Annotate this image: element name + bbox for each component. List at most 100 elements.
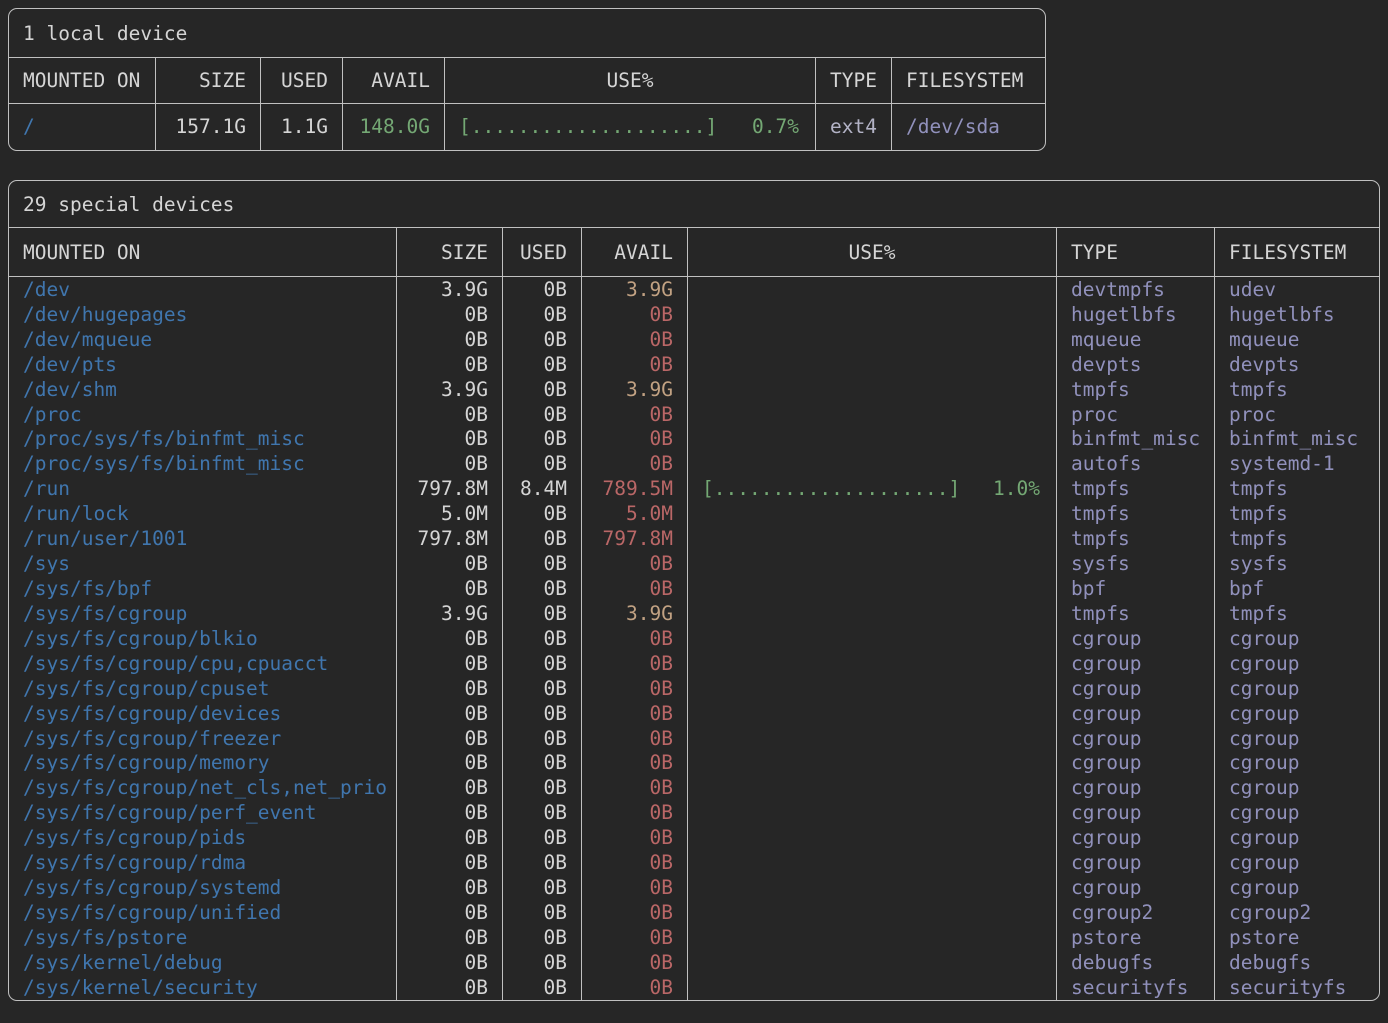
use-percent-cell: [....................] 1.0% [688, 476, 1057, 501]
table-row: /sys/fs/pstore 0B 0B 0B pstore pstore [9, 925, 1379, 950]
table-row: /run/user/1001 797.8M 0B 797.8M tmpfs tm… [9, 526, 1379, 551]
size-cell: 0B [397, 302, 503, 327]
filesystem-cell: cgroup [1215, 626, 1379, 651]
avail-cell: 0B [582, 825, 688, 850]
header-avail: AVAIL [582, 228, 688, 276]
used-cell: 0B [503, 601, 582, 626]
type-cell: cgroup [1057, 875, 1215, 900]
size-cell: 0B [397, 850, 503, 875]
usage-percent: 0.7% [752, 115, 799, 138]
use-percent-cell [688, 501, 1057, 526]
local-devices-table: 1 local device MOUNTED ON SIZE USED AVAI… [8, 8, 1046, 151]
filesystem-cell: pstore [1215, 925, 1379, 950]
table-row: /proc 0B 0B 0B proc proc [9, 402, 1379, 427]
use-percent-cell [688, 800, 1057, 825]
type-cell: bpf [1057, 576, 1215, 601]
header-mounted-on: MOUNTED ON [9, 58, 156, 103]
size-cell: 797.8M [397, 476, 503, 501]
avail-cell: 0B [582, 900, 688, 925]
filesystem-cell: sysfs [1215, 551, 1379, 576]
table-row: /dev/mqueue 0B 0B 0B mqueue mqueue [9, 327, 1379, 352]
used-cell: 0B [503, 302, 582, 327]
filesystem-cell: devpts [1215, 352, 1379, 377]
avail-cell: 3.9G [582, 377, 688, 402]
used-cell: 0B [503, 626, 582, 651]
table-row: /proc/sys/fs/binfmt_misc 0B 0B 0B binfmt… [9, 427, 1379, 452]
type-cell: binfmt_misc [1057, 427, 1215, 452]
mount-point-cell: /sys/fs/cgroup/perf_event [9, 800, 397, 825]
used-cell: 0B [503, 751, 582, 776]
size-cell: 0B [397, 950, 503, 975]
type-cell: cgroup [1057, 676, 1215, 701]
avail-cell: 0B [582, 800, 688, 825]
header-avail: AVAIL [343, 58, 445, 103]
size-cell: 0B [397, 451, 503, 476]
avail-cell: 0B [582, 975, 688, 1000]
header-used: USED [503, 228, 582, 276]
mount-point-cell: /sys/kernel/debug [9, 950, 397, 975]
use-percent-cell [688, 701, 1057, 726]
size-cell: 0B [397, 775, 503, 800]
use-percent-cell [688, 352, 1057, 377]
use-percent-cell [688, 576, 1057, 601]
size-cell: 0B [397, 402, 503, 427]
avail-cell: 0B [582, 327, 688, 352]
used-cell: 0B [503, 925, 582, 950]
filesystem-cell: hugetlbfs [1215, 302, 1379, 327]
used-cell: 0B [503, 676, 582, 701]
use-percent-cell [688, 651, 1057, 676]
filesystem-cell: /dev/sda [892, 104, 1045, 150]
use-percent-cell [688, 676, 1057, 701]
use-percent-cell: [....................] 0.7% [445, 104, 816, 150]
type-cell: cgroup [1057, 825, 1215, 850]
filesystem-cell: debugfs [1215, 950, 1379, 975]
type-cell: tmpfs [1057, 476, 1215, 501]
type-cell: devtmpfs [1057, 277, 1215, 302]
table-row: /sys/fs/cgroup/memory 0B 0B 0B cgroup cg… [9, 751, 1379, 776]
type-cell: cgroup [1057, 850, 1215, 875]
special-table-header-row: MOUNTED ON SIZE USED AVAIL USE% TYPE FIL… [9, 228, 1379, 277]
type-cell: cgroup [1057, 701, 1215, 726]
used-cell: 0B [503, 825, 582, 850]
filesystem-cell: proc [1215, 402, 1379, 427]
filesystem-cell: cgroup [1215, 726, 1379, 751]
special-table-body: /dev 3.9G 0B 3.9G devtmpfs udev /dev/hug… [9, 277, 1379, 1000]
filesystem-cell: cgroup [1215, 850, 1379, 875]
used-cell: 0B [503, 975, 582, 1000]
table-row: /sys/fs/bpf 0B 0B 0B bpf bpf [9, 576, 1379, 601]
table-row: /sys/fs/cgroup 3.9G 0B 3.9G tmpfs tmpfs [9, 601, 1379, 626]
used-cell: 0B [503, 950, 582, 975]
size-cell: 0B [397, 576, 503, 601]
usage-bar: [....................] [702, 477, 960, 500]
table-row: / 157.1G 1.1G 148.0G [..................… [9, 104, 1045, 150]
mount-point-cell: /sys/fs/pstore [9, 925, 397, 950]
used-cell: 0B [503, 900, 582, 925]
table-row: /sys/fs/cgroup/blkio 0B 0B 0B cgroup cgr… [9, 626, 1379, 651]
avail-cell: 0B [582, 402, 688, 427]
filesystem-cell: cgroup [1215, 775, 1379, 800]
use-percent-cell [688, 975, 1057, 1000]
avail-cell: 0B [582, 427, 688, 452]
table-row: /run 797.8M 8.4M 789.5M [...............… [9, 476, 1379, 501]
used-cell: 0B [503, 402, 582, 427]
filesystem-cell: cgroup [1215, 800, 1379, 825]
use-percent-cell [688, 277, 1057, 302]
header-type: TYPE [1057, 228, 1215, 276]
size-cell: 0B [397, 651, 503, 676]
table-row: /dev/pts 0B 0B 0B devpts devpts [9, 352, 1379, 377]
size-cell: 0B [397, 800, 503, 825]
table-row: /run/lock 5.0M 0B 5.0M tmpfs tmpfs [9, 501, 1379, 526]
table-row: /sys/kernel/debug 0B 0B 0B debugfs debug… [9, 950, 1379, 975]
avail-cell: 0B [582, 950, 688, 975]
use-percent-cell [688, 402, 1057, 427]
avail-cell: 797.8M [582, 526, 688, 551]
use-percent-cell [688, 726, 1057, 751]
size-cell: 0B [397, 626, 503, 651]
size-cell: 0B [397, 352, 503, 377]
header-use-percent: USE% [688, 228, 1057, 276]
filesystem-cell: tmpfs [1215, 601, 1379, 626]
type-cell: sysfs [1057, 551, 1215, 576]
mount-point-cell: /sys/fs/cgroup/rdma [9, 850, 397, 875]
header-size: SIZE [156, 58, 261, 103]
type-cell: tmpfs [1057, 377, 1215, 402]
